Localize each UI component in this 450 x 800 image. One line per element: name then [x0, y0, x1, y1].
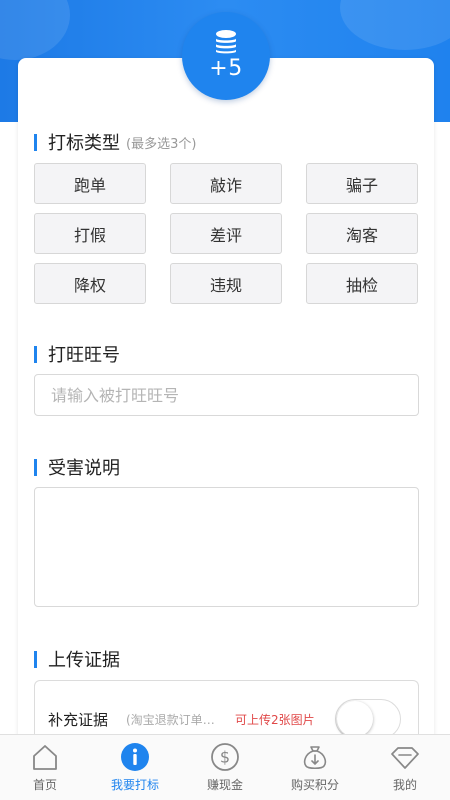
section-title: 打旺旺号 — [48, 345, 120, 366]
tab-label: 我要打标 — [110, 778, 159, 792]
section-damage: 受害说明 — [34, 454, 120, 480]
evidence-limit: 可上传2张图片 — [235, 713, 315, 727]
points-value: +5 — [209, 56, 243, 81]
dollar-coin-icon: $ — [211, 743, 239, 771]
tag-option[interactable]: 敲诈 — [170, 163, 282, 204]
section-accent-bar — [34, 133, 37, 151]
header-decoration — [0, 0, 70, 60]
toggle-knob — [337, 701, 373, 737]
tab-mine[interactable]: 我的 — [360, 735, 450, 800]
section-title: 受害说明 — [48, 458, 120, 479]
damage-description-textarea[interactable] — [34, 487, 419, 607]
section-title: 上传证据 — [48, 650, 120, 671]
tab-label: 我的 — [392, 778, 417, 792]
tag-option[interactable]: 违规 — [170, 263, 282, 304]
section-wangwang: 打旺旺号 — [34, 341, 120, 367]
info-icon — [121, 743, 149, 771]
tag-option[interactable]: 淘客 — [306, 213, 418, 254]
money-bag-icon — [303, 746, 327, 770]
tab-label: 首页 — [32, 778, 57, 792]
tag-option[interactable]: 差评 — [170, 213, 282, 254]
tag-type-options: 跑单 敲诈 骗子 打假 差评 淘客 降权 违规 抽检 — [34, 163, 419, 304]
tag-option[interactable]: 打假 — [34, 213, 146, 254]
points-badge: +5 — [182, 12, 270, 100]
home-icon — [33, 745, 57, 770]
section-title: 打标类型 — [48, 133, 120, 154]
section-accent-bar — [34, 345, 37, 363]
section-hint: (最多选3个) — [126, 136, 197, 152]
wangwang-input[interactable] — [34, 374, 419, 416]
bottom-tab-bar: 首页 我要打标 $ 赚现金 购买积分 我的 — [0, 734, 450, 800]
svg-text:$: $ — [220, 748, 230, 767]
tab-label: 购买积分 — [290, 778, 339, 792]
coins-stack-icon — [216, 30, 236, 54]
tag-option[interactable]: 降权 — [34, 263, 146, 304]
tag-option[interactable]: 骗子 — [306, 163, 418, 204]
tag-option[interactable]: 跑单 — [34, 163, 146, 204]
section-accent-bar — [34, 458, 37, 476]
tab-label: 赚现金 — [206, 778, 243, 792]
diamond-icon — [391, 747, 419, 769]
evidence-toggle[interactable] — [335, 699, 401, 739]
section-accent-bar — [34, 650, 37, 668]
header-decoration — [340, 0, 450, 50]
tab-mark[interactable]: 我要打标 — [90, 735, 180, 800]
tag-option[interactable]: 抽检 — [306, 263, 418, 304]
evidence-note: (淘宝退款订单截... — [126, 713, 226, 727]
evidence-label: 补充证据 — [48, 711, 109, 729]
tab-earn-cash[interactable]: $ 赚现金 — [180, 735, 270, 800]
section-evidence: 上传证据 — [34, 646, 120, 672]
tab-buy-points[interactable]: 购买积分 — [270, 735, 360, 800]
section-tag-type: 打标类型 (最多选3个) — [34, 129, 196, 155]
tab-home[interactable]: 首页 — [0, 735, 90, 800]
